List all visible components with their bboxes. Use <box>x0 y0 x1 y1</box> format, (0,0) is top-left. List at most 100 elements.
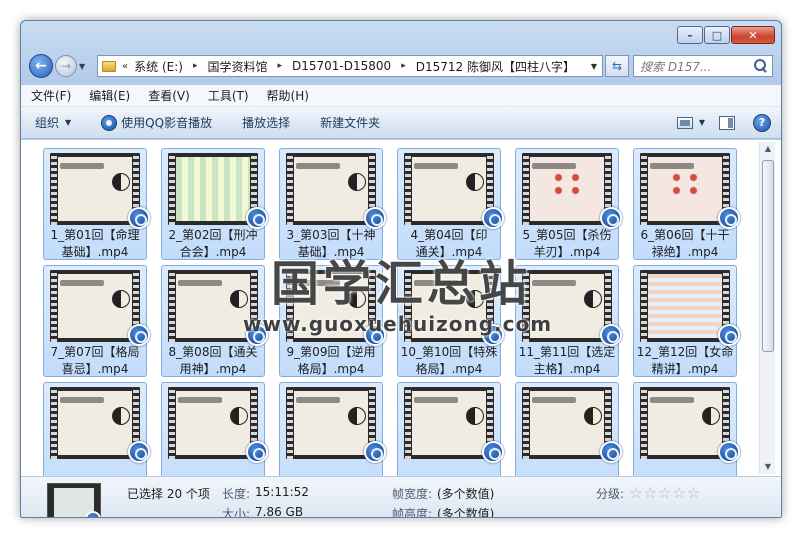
rating-control[interactable]: ☆ ☆ ☆ ☆ ☆ <box>629 486 701 501</box>
breadcrumb-separator-icon[interactable]: ▸ <box>401 61 406 71</box>
file-tile[interactable] <box>515 382 622 476</box>
recent-pages-dropdown[interactable]: ▼ <box>79 62 91 71</box>
calligraphy-mark <box>414 397 458 403</box>
breadcrumb-item[interactable]: D15712 陈御风【四柱八字】 <box>416 58 575 75</box>
file-tile[interactable]: 11_第11回【选定 主格】.mp4 <box>515 265 622 377</box>
qq-player-icon <box>482 324 504 346</box>
file-tile[interactable]: 7_第07回【格局 喜忌】.mp4 <box>43 265 150 377</box>
file-tile[interactable] <box>397 382 504 476</box>
breadcrumb-overflow[interactable]: « <box>122 61 128 72</box>
minimize-button[interactable]: – <box>677 26 703 44</box>
file-tile[interactable] <box>279 382 386 476</box>
frame-width-value[interactable]: (多个数值) <box>437 485 494 502</box>
search-input[interactable]: 搜索 D157... <box>633 55 773 77</box>
yin-yang-icon <box>112 173 130 191</box>
qq-player-icon <box>246 324 268 346</box>
star-icon[interactable]: ☆ <box>687 486 700 501</box>
menu-edit[interactable]: 编辑(E) <box>89 87 130 104</box>
refresh-button[interactable]: ⇆ <box>605 55 629 77</box>
video-thumbnail <box>404 270 494 342</box>
file-tile[interactable]: 12_第12回【女命 精讲】.mp4 <box>633 265 740 377</box>
film-perforation <box>51 387 57 459</box>
menu-file[interactable]: 文件(F) <box>31 87 71 104</box>
file-tile[interactable]: 4_第04回【印 通关】.mp4 <box>397 148 504 260</box>
qq-player-icon <box>128 207 150 229</box>
vertical-scrollbar[interactable]: ▲ ▼ <box>759 142 775 474</box>
star-icon[interactable]: ☆ <box>658 486 671 501</box>
yin-yang-icon <box>348 173 366 191</box>
file-tile[interactable] <box>43 382 150 476</box>
video-thumbnail <box>404 387 494 459</box>
scroll-up-icon[interactable]: ▲ <box>762 142 774 156</box>
address-dropdown-icon[interactable]: ▼ <box>586 62 602 71</box>
file-tile[interactable] <box>161 382 268 476</box>
breadcrumb-item[interactable]: 国学资料馆 <box>207 58 267 75</box>
preview-pane-icon[interactable] <box>719 115 735 130</box>
maximize-button[interactable]: □ <box>704 26 730 44</box>
back-button[interactable]: ← <box>29 54 53 78</box>
address-bar[interactable]: « 系统 (E:) ▸ 国学资料馆 ▸ D15701-D15800 ▸ D157… <box>97 55 603 77</box>
star-icon[interactable]: ☆ <box>629 486 642 501</box>
file-tile[interactable]: 6_第06回【十干 禄绝】.mp4 <box>633 148 740 260</box>
menu-view[interactable]: 查看(V) <box>148 87 190 104</box>
star-icon[interactable]: ☆ <box>643 486 656 501</box>
file-name-line: 2_第02回【刑冲 <box>168 228 258 242</box>
qq-player-icon <box>246 207 268 229</box>
file-tile[interactable]: 8_第08回【通关 用神】.mp4 <box>161 265 268 377</box>
duration-value[interactable]: 15:11:52 <box>255 485 309 499</box>
star-icon[interactable]: ☆ <box>672 486 685 501</box>
file-name-line: 10_第10回【特殊 <box>400 345 498 359</box>
forward-button[interactable]: → <box>55 55 77 77</box>
size-label: 大小: <box>222 507 251 518</box>
file-tile[interactable] <box>633 382 740 476</box>
file-tile[interactable]: 1_第01回【命理 基础】.mp4 <box>43 148 150 260</box>
menu-help[interactable]: 帮助(H) <box>267 87 309 104</box>
file-name-line: 通关】.mp4 <box>415 245 483 259</box>
frame-height-label: 帧高度: <box>392 507 433 518</box>
help-icon[interactable]: ? <box>753 113 771 132</box>
qq-play-button[interactable]: 使用QQ影音播放 <box>101 114 212 131</box>
file-name: 3_第03回【十神 基础】.mp4 <box>280 227 382 261</box>
breadcrumb-item[interactable]: D15701-D15800 <box>292 59 391 73</box>
breadcrumb-separator-icon[interactable]: ▸ <box>193 61 198 71</box>
film-perforation <box>169 270 175 342</box>
play-selection-button[interactable]: 播放选择 <box>242 114 290 131</box>
file-tile[interactable]: 10_第10回【特殊 格局】.mp4 <box>397 265 504 377</box>
video-thumbnail <box>522 270 612 342</box>
address-row: ← → ▼ « 系统 (E:) ▸ 国学资料馆 ▸ D15701-D15800 … <box>29 51 773 81</box>
calligraphy-mark <box>650 397 694 403</box>
file-list-view[interactable]: 1_第01回【命理 基础】.mp4 2_第02回【刑冲 合会】.mp4 3_第03回【十… <box>21 140 781 476</box>
close-button[interactable]: ✕ <box>731 26 775 44</box>
video-thumbnail <box>522 153 612 225</box>
file-tile[interactable]: 3_第03回【十神 基础】.mp4 <box>279 148 386 261</box>
file-name-line: 喜忌】.mp4 <box>61 362 129 376</box>
film-perforation <box>405 270 411 342</box>
video-thumbnail <box>50 153 140 225</box>
new-folder-button[interactable]: 新建文件夹 <box>320 114 380 131</box>
breadcrumb-item[interactable]: 系统 (E:) <box>134 58 183 75</box>
file-tile[interactable]: 5_第05回【杀伤 羊刃】.mp4 <box>515 148 622 260</box>
film-perforation <box>641 387 647 459</box>
film-perforation <box>287 270 293 342</box>
file-tile[interactable]: 2_第02回【刑冲 合会】.mp4 <box>161 148 268 260</box>
calligraphy-mark <box>414 280 458 286</box>
file-tile[interactable]: 9_第09回【逆用 格局】.mp4 <box>279 265 386 377</box>
size-value: 7.86 GB <box>255 505 304 518</box>
scroll-thumb[interactable] <box>762 160 774 352</box>
file-name-line: 格局】.mp4 <box>297 362 365 376</box>
menu-tools[interactable]: 工具(T) <box>208 87 249 104</box>
change-view-icon[interactable] <box>676 116 693 129</box>
frame-height-value[interactable]: (多个数值) <box>437 505 494 517</box>
breadcrumb-separator-icon[interactable]: ▸ <box>277 61 282 71</box>
organize-button[interactable]: 组织 ▼ <box>35 114 71 131</box>
file-name-line: 12_第12回【女命 <box>636 345 734 359</box>
search-icon[interactable] <box>752 58 768 74</box>
scroll-down-icon[interactable]: ▼ <box>762 460 774 474</box>
calligraphy-mark <box>296 397 340 403</box>
file-name-line: 8_第08回【通关 <box>168 345 258 359</box>
yin-yang-icon <box>230 290 248 308</box>
film-perforation <box>641 153 647 225</box>
rating-label: 分级: <box>596 487 625 501</box>
view-dropdown-icon[interactable]: ▼ <box>699 118 705 127</box>
video-thumbnail <box>404 153 494 225</box>
